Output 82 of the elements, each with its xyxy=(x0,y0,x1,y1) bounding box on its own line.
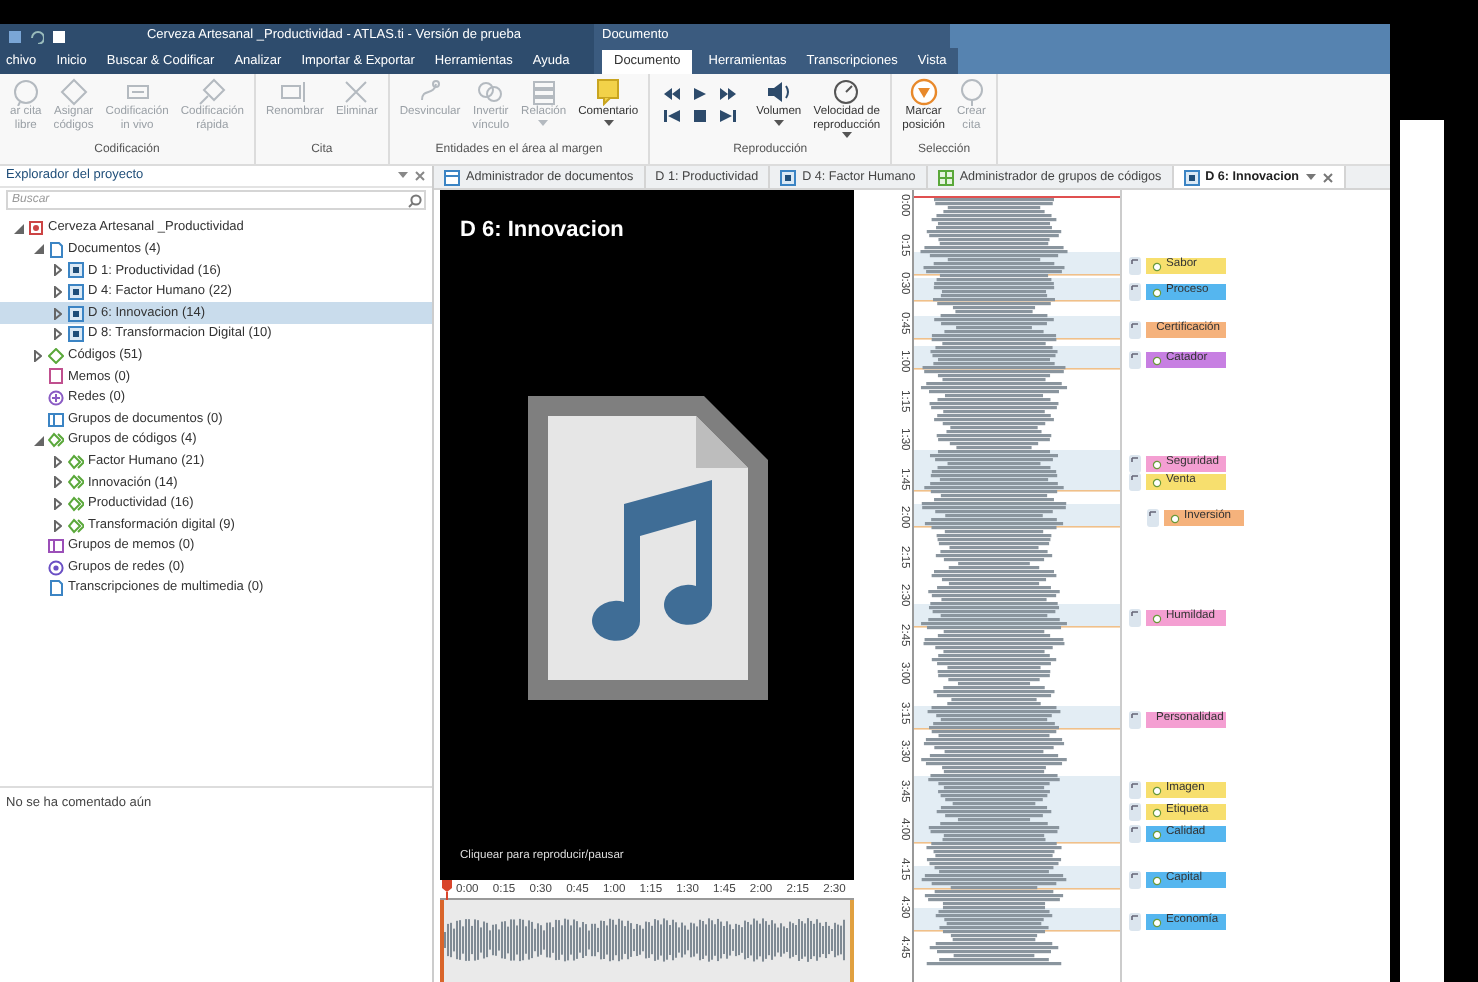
stop-icon[interactable] xyxy=(690,108,711,124)
close-icon xyxy=(1321,171,1334,183)
quotation-icon[interactable] xyxy=(1128,320,1142,340)
expanded-icon[interactable] xyxy=(13,223,23,234)
quotation-icon[interactable] xyxy=(1146,508,1160,528)
memo-group-icon xyxy=(48,538,64,555)
quote-icon xyxy=(957,78,986,106)
code-icon xyxy=(1152,875,1162,885)
search-icon xyxy=(408,193,422,207)
close-icon[interactable] xyxy=(414,170,426,182)
skip-end-icon[interactable] xyxy=(718,108,739,124)
media-document-icon xyxy=(780,169,797,185)
quotation-icon[interactable] xyxy=(1128,802,1142,822)
collapsed-icon[interactable] xyxy=(54,328,62,341)
collapsed-icon[interactable] xyxy=(34,349,42,362)
code-group-icon xyxy=(48,432,64,449)
quotation-icon[interactable] xyxy=(1128,282,1142,302)
project-icon xyxy=(28,220,44,237)
link-icon xyxy=(476,78,505,106)
collapsed-icon[interactable] xyxy=(54,498,62,511)
caret-icon xyxy=(1305,174,1316,180)
unlink-icon xyxy=(416,78,445,106)
quotation-icon[interactable] xyxy=(1128,472,1142,492)
media-title: D 6: Innovacion xyxy=(460,218,626,245)
quotation-icon[interactable] xyxy=(1128,256,1142,276)
diamond-icon xyxy=(59,78,88,106)
rewind-icon[interactable] xyxy=(662,86,683,102)
document-group-icon xyxy=(48,411,64,428)
speaker-icon xyxy=(764,78,793,106)
fast-forward-icon[interactable] xyxy=(718,86,739,102)
media-document-icon xyxy=(1183,169,1200,185)
quotation-icon[interactable] xyxy=(1128,824,1142,844)
note-icon xyxy=(594,78,623,106)
save-icon[interactable] xyxy=(52,29,66,43)
playhead-marker[interactable] xyxy=(442,880,452,900)
code-icon xyxy=(1152,613,1162,623)
code-icon xyxy=(48,347,64,364)
quotation-icon[interactable] xyxy=(1128,710,1142,730)
quotation-icon[interactable] xyxy=(1128,454,1142,474)
code-icon xyxy=(1152,917,1162,927)
collapsed-icon[interactable] xyxy=(54,455,62,468)
collapsed-icon[interactable] xyxy=(54,264,62,277)
code-icon xyxy=(1152,287,1162,297)
code-icon xyxy=(1152,785,1162,795)
speech-circle-icon xyxy=(11,78,40,106)
collapsed-icon[interactable] xyxy=(54,307,62,320)
collapsed-icon[interactable] xyxy=(54,286,62,299)
quotation-icon[interactable] xyxy=(1128,870,1142,890)
code-group-icon xyxy=(68,496,84,513)
quotation-icon[interactable] xyxy=(1128,780,1142,800)
diamond-icon xyxy=(198,78,227,106)
code-icon xyxy=(1152,261,1162,271)
expanded-icon[interactable] xyxy=(33,435,43,446)
delete-icon xyxy=(342,78,371,106)
code-group-icon xyxy=(68,517,84,534)
skip-start-icon[interactable] xyxy=(662,108,683,124)
document-icon xyxy=(48,241,64,258)
collapsed-icon[interactable] xyxy=(54,519,62,532)
code-icon xyxy=(1152,829,1162,839)
network-group-icon xyxy=(48,559,64,576)
gauge-icon xyxy=(832,78,861,106)
play-icon[interactable] xyxy=(690,86,711,102)
code-group-icon xyxy=(68,453,84,470)
grid-icon xyxy=(937,169,954,185)
code-icon xyxy=(1152,355,1162,365)
transcript-icon xyxy=(48,580,64,597)
code-group-icon xyxy=(68,474,84,491)
quotation-icon[interactable] xyxy=(1128,350,1142,370)
code-icon xyxy=(1152,807,1162,817)
quotation-icon[interactable] xyxy=(1128,608,1142,628)
expanded-icon[interactable] xyxy=(33,244,43,255)
memo-icon xyxy=(48,368,64,385)
collapsed-icon[interactable] xyxy=(54,476,62,489)
stack-icon xyxy=(529,78,558,106)
app-icon[interactable] xyxy=(8,29,22,43)
quotation-icon[interactable] xyxy=(1128,912,1142,932)
pin-icon[interactable] xyxy=(398,172,408,180)
network-icon xyxy=(48,390,64,407)
table-icon xyxy=(444,169,460,185)
rename-icon xyxy=(280,78,309,106)
code-icon xyxy=(1170,513,1180,523)
undo-icon[interactable] xyxy=(30,29,44,43)
